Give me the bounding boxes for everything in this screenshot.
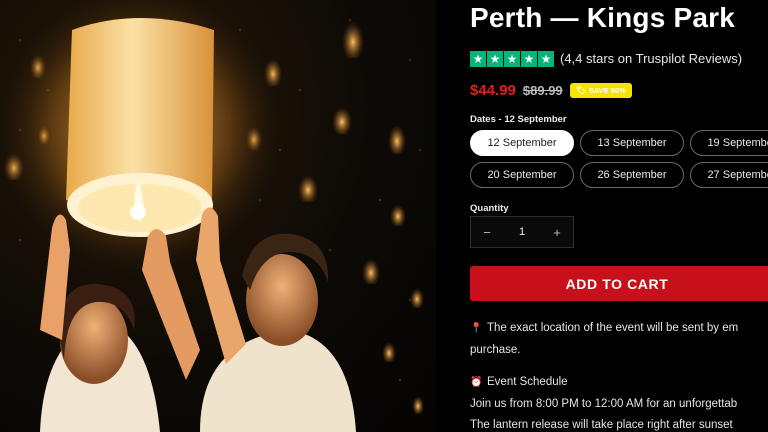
date-option-26-september[interactable]: 26 September	[580, 162, 684, 188]
star-icon: ★	[521, 50, 537, 67]
schedule-heading: ⏰ Event Schedule	[470, 376, 568, 388]
quantity-value[interactable]: 1	[519, 226, 525, 238]
date-option-27-september[interactable]: 27 September	[690, 162, 768, 188]
schedule-text-line1: Join us from 8:00 PM to 12:00 AM for an …	[470, 398, 738, 410]
date-option-13-september[interactable]: 13 September	[580, 130, 684, 156]
hero-image	[0, 0, 436, 432]
schedule-title: Event Schedule	[487, 376, 568, 388]
product-title: Perth — Kings Park	[470, 2, 736, 33]
increment-button[interactable]: +	[541, 225, 573, 240]
location-note: 📍 The exact location of the event will be…	[470, 322, 738, 334]
pin-icon: 📍	[470, 323, 483, 334]
date-option-20-september[interactable]: 20 September	[470, 162, 574, 188]
quantity-label: Quantity	[470, 203, 509, 214]
star-icon: ★	[538, 50, 554, 67]
price-row: $44.99 $89.99 🏷 SAVE 50%	[470, 82, 632, 99]
date-option-19-september[interactable]: 19 September	[690, 130, 768, 156]
star-icon: ★	[487, 50, 503, 67]
date-option-12-september[interactable]: 12 September	[470, 130, 574, 156]
quantity-stepper: − 1 +	[470, 216, 574, 248]
rating-text: (4,4 stars on Truspilot Reviews)	[560, 51, 743, 66]
lantern-scene-illustration	[0, 0, 424, 432]
schedule-text-line2: The lantern release will take place righ…	[470, 419, 733, 431]
tag-icon: 🏷	[575, 86, 586, 95]
price-original: $89.99	[522, 83, 563, 98]
discount-badge: 🏷 SAVE 50%	[569, 83, 632, 98]
location-text-line1: The exact location of the event will be …	[487, 322, 739, 334]
star-icon: ★	[470, 50, 486, 67]
rating-stars: ★ ★ ★ ★ ★	[470, 50, 554, 67]
decrement-button[interactable]: −	[471, 225, 503, 240]
alarm-clock-icon: ⏰	[470, 377, 483, 388]
location-text-line2: purchase.	[470, 344, 521, 356]
price-current: $44.99	[470, 82, 516, 99]
badge-label: SAVE 50%	[588, 86, 626, 95]
rating-row: ★ ★ ★ ★ ★ (4,4 stars on Truspilot Review…	[470, 50, 742, 67]
star-icon: ★	[504, 50, 520, 67]
product-panel: Perth — Kings Park ★ ★ ★ ★ ★ (4,4 stars …	[436, 0, 768, 432]
add-to-cart-button[interactable]: ADD TO CART	[470, 266, 768, 301]
dates-label: Dates - 12 September	[470, 114, 567, 125]
